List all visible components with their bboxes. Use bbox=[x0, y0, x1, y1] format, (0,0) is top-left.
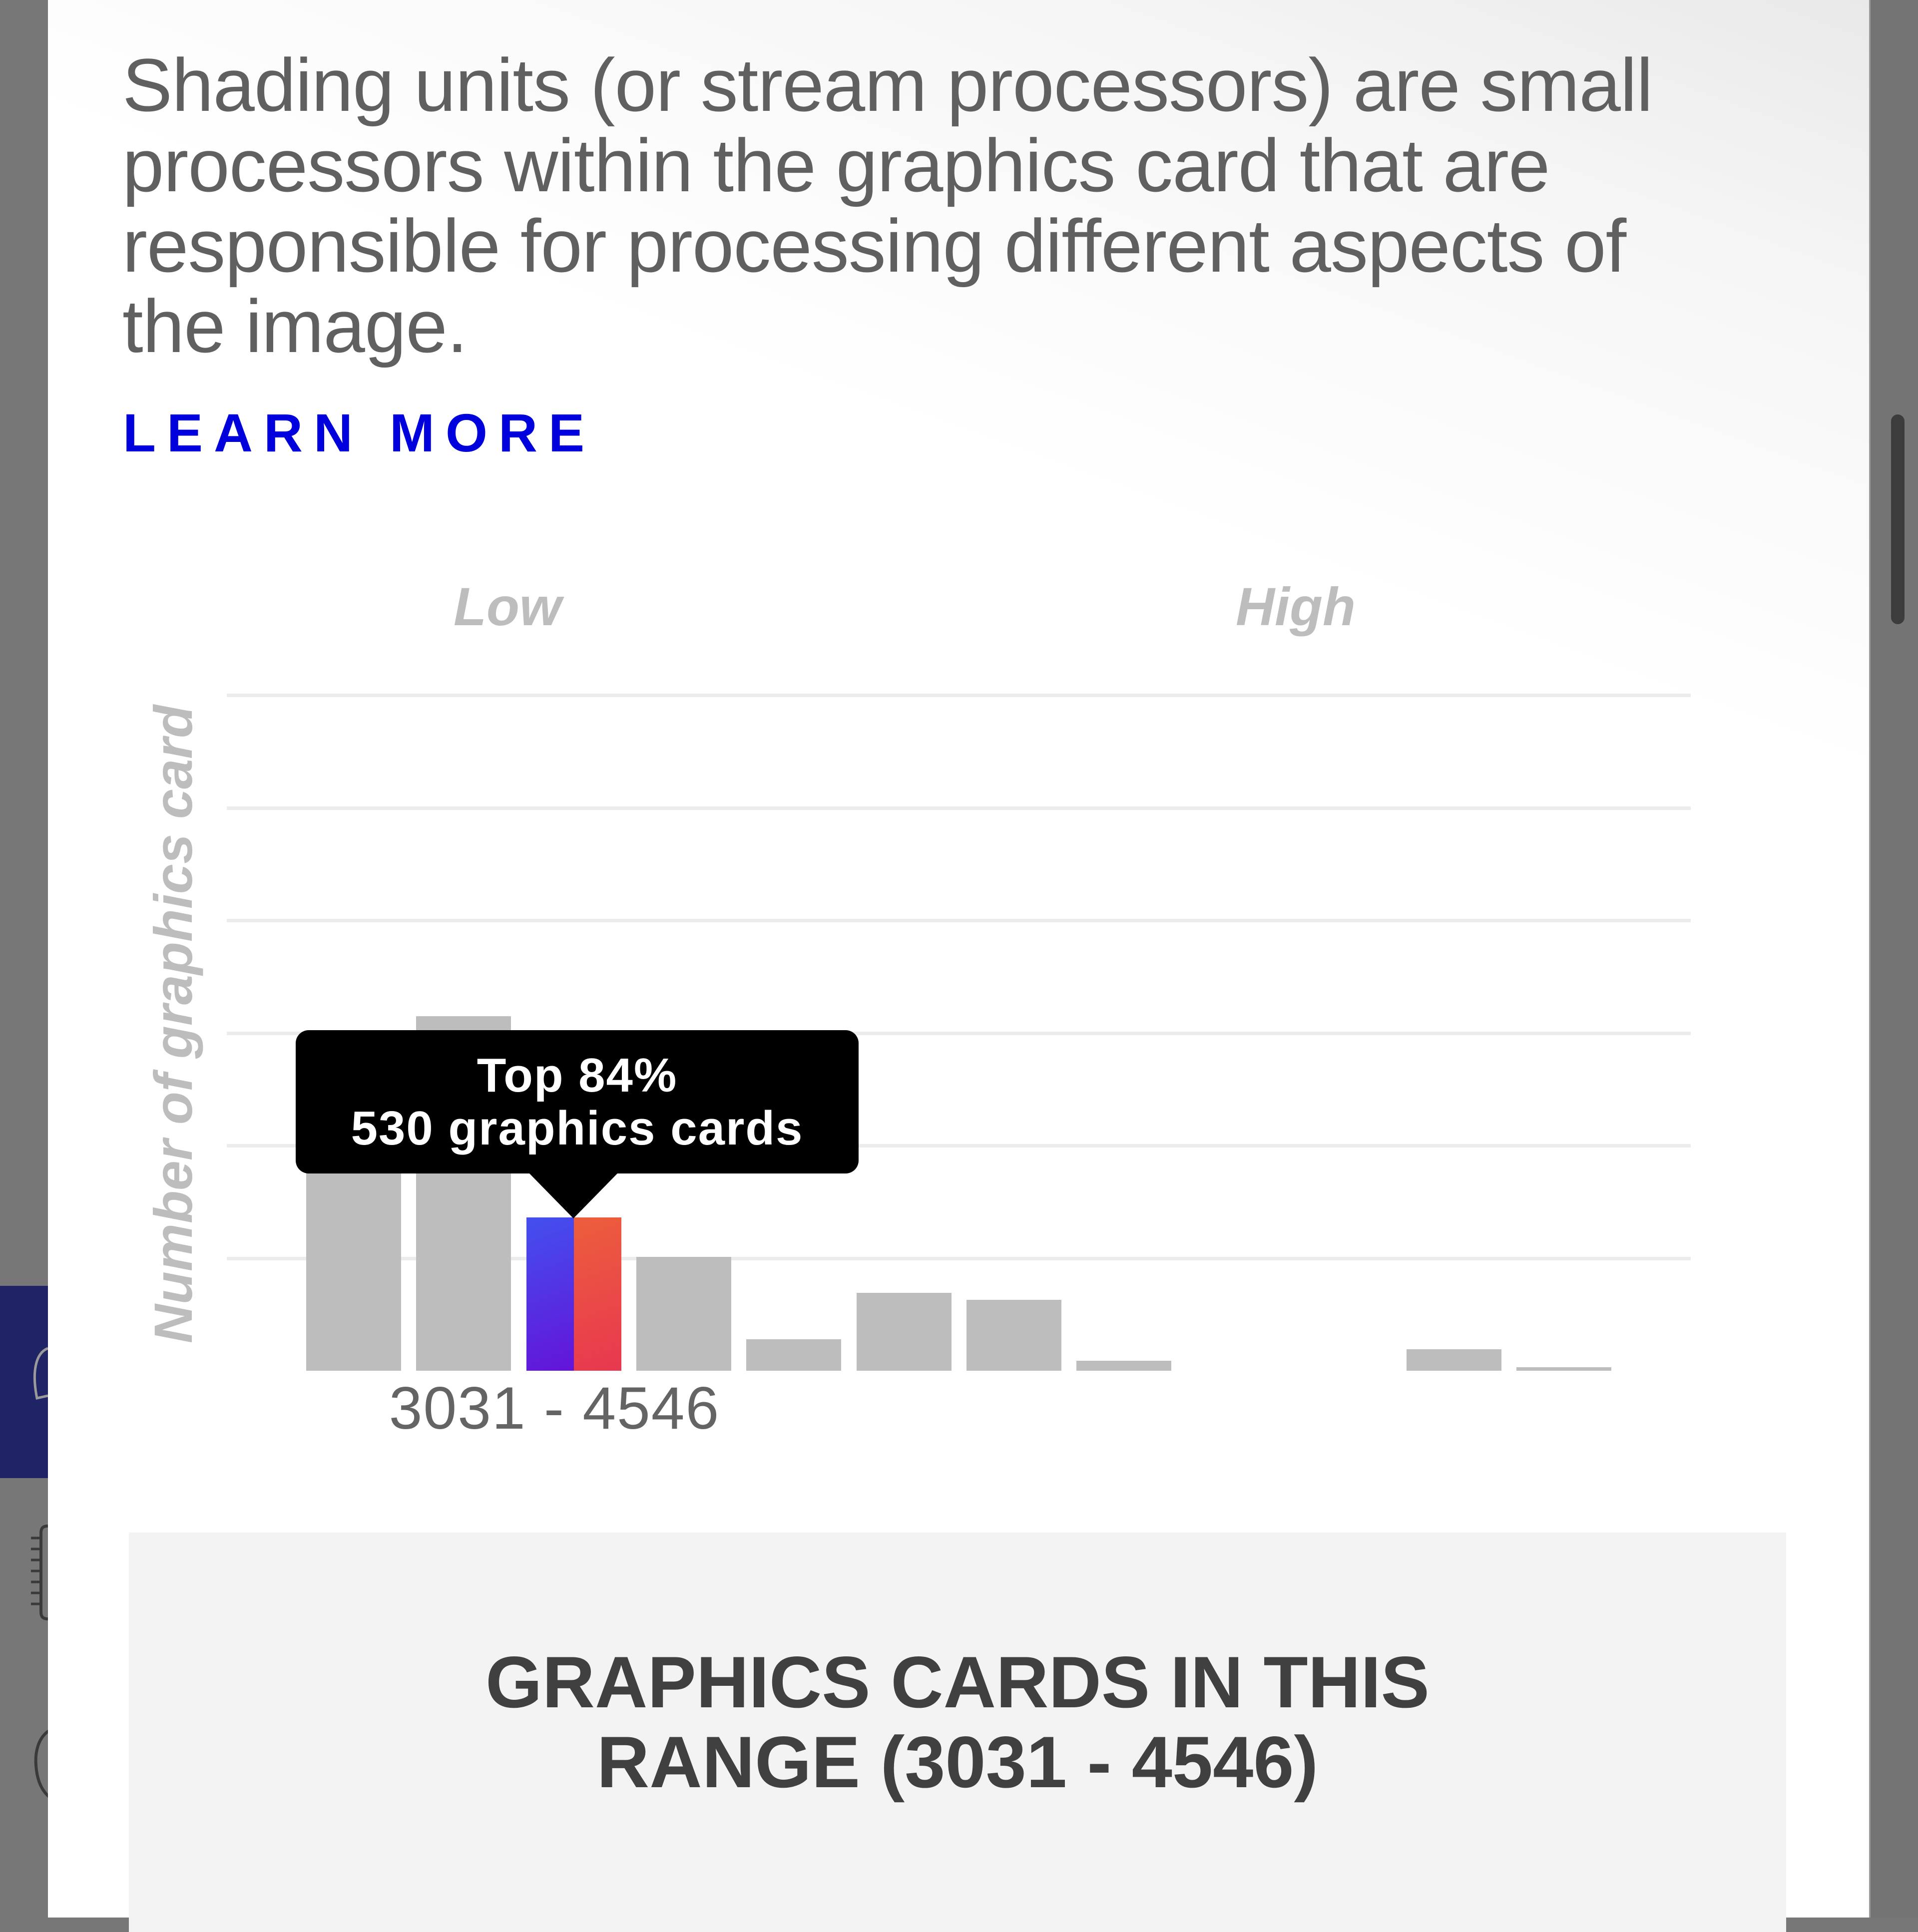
range-section: GRAPHICS CARDS IN THIS RANGE (3031 - 454… bbox=[129, 1533, 1786, 1932]
axis-label-high: High bbox=[1236, 576, 1356, 637]
range-section-title: GRAPHICS CARDS IN THIS RANGE (3031 - 454… bbox=[129, 1642, 1786, 1802]
range-title-line: GRAPHICS CARDS IN THIS bbox=[485, 1641, 1430, 1723]
bar[interactable] bbox=[1407, 1349, 1501, 1371]
bar[interactable] bbox=[636, 1257, 731, 1371]
tooltip-percentile: Top 84% bbox=[477, 1049, 678, 1102]
circle-icon[interactable] bbox=[34, 1728, 49, 1803]
gridline bbox=[227, 919, 1691, 922]
range-title-line: RANGE (3031 - 4546) bbox=[596, 1721, 1319, 1803]
chip-icon[interactable] bbox=[30, 1523, 48, 1623]
histogram-chart: Low High Number of graphics card 3031 - … bbox=[0, 0, 1918, 1498]
gridline bbox=[227, 806, 1691, 810]
x-axis-range-label: 3031 - 4546 bbox=[389, 1375, 720, 1442]
tooltip-count: 530 graphics cards bbox=[351, 1102, 804, 1155]
bar[interactable] bbox=[966, 1299, 1061, 1371]
axis-label-low: Low bbox=[454, 576, 561, 637]
bar[interactable] bbox=[856, 1293, 952, 1371]
bar[interactable] bbox=[1076, 1360, 1172, 1371]
bar-highlighted-left[interactable] bbox=[526, 1217, 574, 1371]
bar[interactable] bbox=[1516, 1367, 1612, 1371]
y-axis-label: Number of graphics card bbox=[143, 705, 203, 1344]
bar[interactable] bbox=[746, 1339, 842, 1371]
bar-tooltip: Top 84% 530 graphics cards bbox=[296, 1030, 859, 1173]
tooltip-arrow bbox=[528, 1172, 618, 1218]
gridline bbox=[227, 694, 1691, 697]
bar-highlighted-right[interactable] bbox=[573, 1217, 621, 1371]
